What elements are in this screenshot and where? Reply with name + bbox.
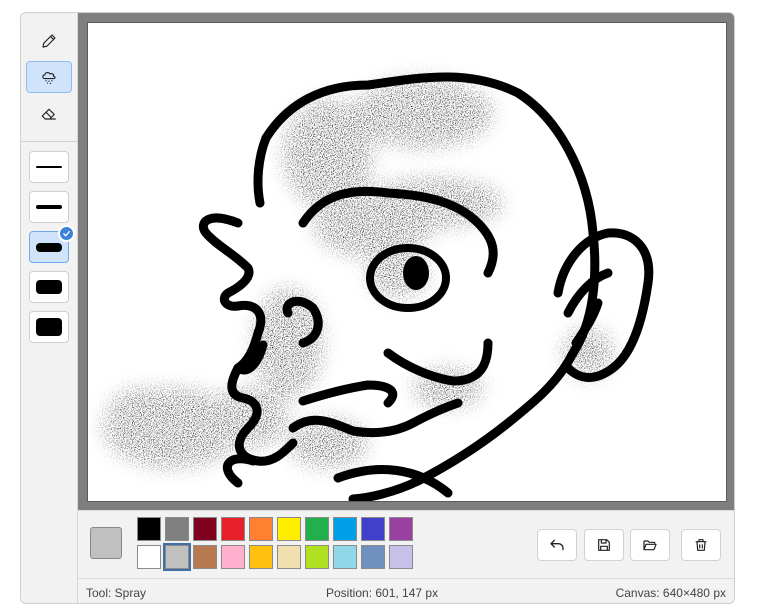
color-swatch[interactable] bbox=[193, 517, 217, 541]
color-swatch[interactable] bbox=[277, 545, 301, 569]
pencil-icon bbox=[42, 34, 56, 48]
status-position: Position: 601, 147 px bbox=[326, 586, 439, 600]
spray-tool-button[interactable] bbox=[26, 61, 72, 93]
drawing-canvas[interactable] bbox=[87, 22, 727, 504]
open-button[interactable] bbox=[630, 529, 670, 561]
spray-cloud-icon bbox=[42, 71, 56, 85]
brush-size-3-button[interactable] bbox=[29, 225, 75, 263]
color-swatch[interactable] bbox=[333, 545, 357, 569]
color-swatch[interactable] bbox=[137, 517, 161, 541]
undo-button[interactable] bbox=[537, 529, 577, 561]
status-tool: Tool: Spray bbox=[86, 586, 147, 600]
drawing-content bbox=[103, 72, 654, 504]
status-bar: Tool: Spray Position: 601, 147 px Canvas… bbox=[78, 578, 734, 603]
color-swatch[interactable] bbox=[389, 517, 413, 541]
paint-app-window: Tool: Spray Position: 601, 147 px Canvas… bbox=[20, 12, 735, 604]
tool-sidebar bbox=[21, 13, 78, 603]
color-swatch[interactable] bbox=[221, 545, 245, 569]
eraser-icon bbox=[41, 108, 56, 120]
current-color-swatch[interactable] bbox=[90, 527, 122, 559]
color-swatch[interactable] bbox=[221, 517, 245, 541]
brush-size-1-button[interactable] bbox=[29, 151, 69, 183]
save-button[interactable] bbox=[584, 529, 624, 561]
color-swatch[interactable] bbox=[193, 545, 217, 569]
size-preview bbox=[36, 205, 62, 209]
color-swatch[interactable] bbox=[277, 517, 301, 541]
color-palette-bar bbox=[78, 510, 734, 578]
folder-open-icon bbox=[643, 540, 657, 551]
check-icon bbox=[58, 225, 75, 242]
size-preview bbox=[36, 318, 62, 336]
color-swatch[interactable] bbox=[389, 545, 413, 569]
color-swatch[interactable] bbox=[137, 545, 161, 569]
pencil-tool-button[interactable] bbox=[26, 25, 72, 57]
color-swatch[interactable] bbox=[249, 517, 273, 541]
eraser-tool-button[interactable] bbox=[26, 97, 72, 129]
color-swatch[interactable] bbox=[163, 543, 191, 571]
size-preview bbox=[36, 166, 62, 168]
size-preview bbox=[36, 280, 62, 294]
color-swatch[interactable] bbox=[305, 517, 329, 541]
color-swatch[interactable] bbox=[305, 545, 329, 569]
size-preview bbox=[36, 242, 62, 252]
color-palette bbox=[137, 517, 417, 571]
color-swatch[interactable] bbox=[361, 517, 385, 541]
clear-button[interactable] bbox=[681, 529, 721, 561]
color-swatch[interactable] bbox=[333, 517, 357, 541]
save-icon bbox=[598, 539, 610, 551]
brush-size-5-button[interactable] bbox=[29, 311, 69, 343]
color-swatch[interactable] bbox=[165, 517, 189, 541]
brush-size-4-button[interactable] bbox=[29, 271, 69, 303]
trash-icon bbox=[695, 539, 707, 551]
color-swatch[interactable] bbox=[361, 545, 385, 569]
toolbar-divider bbox=[21, 141, 78, 142]
status-canvas-size: Canvas: 640×480 px bbox=[615, 586, 726, 600]
brush-size-2-button[interactable] bbox=[29, 191, 69, 223]
undo-icon bbox=[550, 539, 564, 551]
color-swatch[interactable] bbox=[249, 545, 273, 569]
canvas-viewport bbox=[78, 13, 734, 510]
